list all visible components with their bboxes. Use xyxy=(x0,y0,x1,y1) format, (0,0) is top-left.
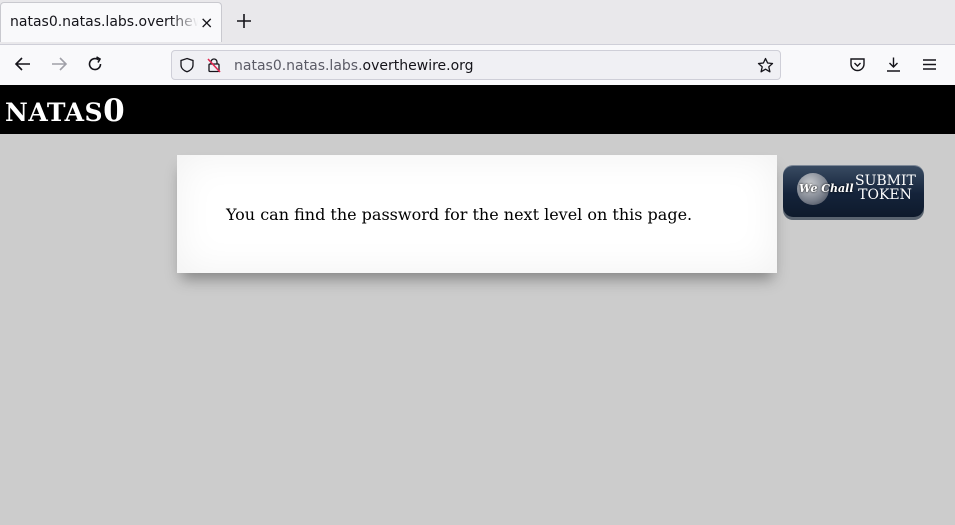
page-title: NATAS0 xyxy=(5,93,125,129)
url-prefix: natas0.natas.labs. xyxy=(234,58,363,74)
page-title-prefix: NATAS xyxy=(5,98,104,127)
submit-token-line2: TOKEN xyxy=(858,187,912,203)
tab-close-icon[interactable]: × xyxy=(200,13,213,33)
submit-token-button[interactable]: We Chall SUBMIT TOKEN xyxy=(783,165,924,217)
back-button[interactable] xyxy=(9,50,37,78)
url-bar[interactable]: natas0.natas.labs.overthewire.org xyxy=(171,50,781,80)
insecure-lock-icon[interactable] xyxy=(206,57,222,73)
submit-token-line1: SUBMIT xyxy=(855,173,916,189)
forward-arrow-icon xyxy=(52,57,68,71)
forward-button[interactable] xyxy=(45,50,73,78)
url-domain: overthewire.org xyxy=(362,58,474,74)
tab-title: natas0.natas.labs.overthewire.org xyxy=(10,14,198,30)
menu-icon[interactable] xyxy=(921,56,938,73)
content-text: You can find the password for the next l… xyxy=(226,205,693,224)
content-box: You can find the password for the next l… xyxy=(177,155,777,273)
url-text[interactable]: natas0.natas.labs.overthewire.org xyxy=(234,58,474,74)
navigation-bar: natas0.natas.labs.overthewire.org xyxy=(0,44,955,85)
reload-icon xyxy=(88,56,102,71)
reload-button[interactable] xyxy=(81,50,109,78)
page-header: NATAS0 xyxy=(0,85,955,134)
browser-tab[interactable]: natas0.natas.labs.overthewire.org × xyxy=(0,2,222,42)
downloads-icon[interactable] xyxy=(885,56,902,73)
page-title-number: 0 xyxy=(103,93,126,129)
shield-icon[interactable] xyxy=(179,57,195,73)
submit-token-label: SUBMIT TOKEN xyxy=(855,173,916,203)
new-tab-icon[interactable] xyxy=(233,10,255,32)
tab-bar: natas0.natas.labs.overthewire.org × xyxy=(0,0,955,44)
bookmark-star-icon[interactable] xyxy=(757,57,774,74)
pocket-icon[interactable] xyxy=(849,56,866,73)
wechall-logo-text: We Chall xyxy=(799,182,854,195)
back-arrow-icon xyxy=(14,57,30,71)
